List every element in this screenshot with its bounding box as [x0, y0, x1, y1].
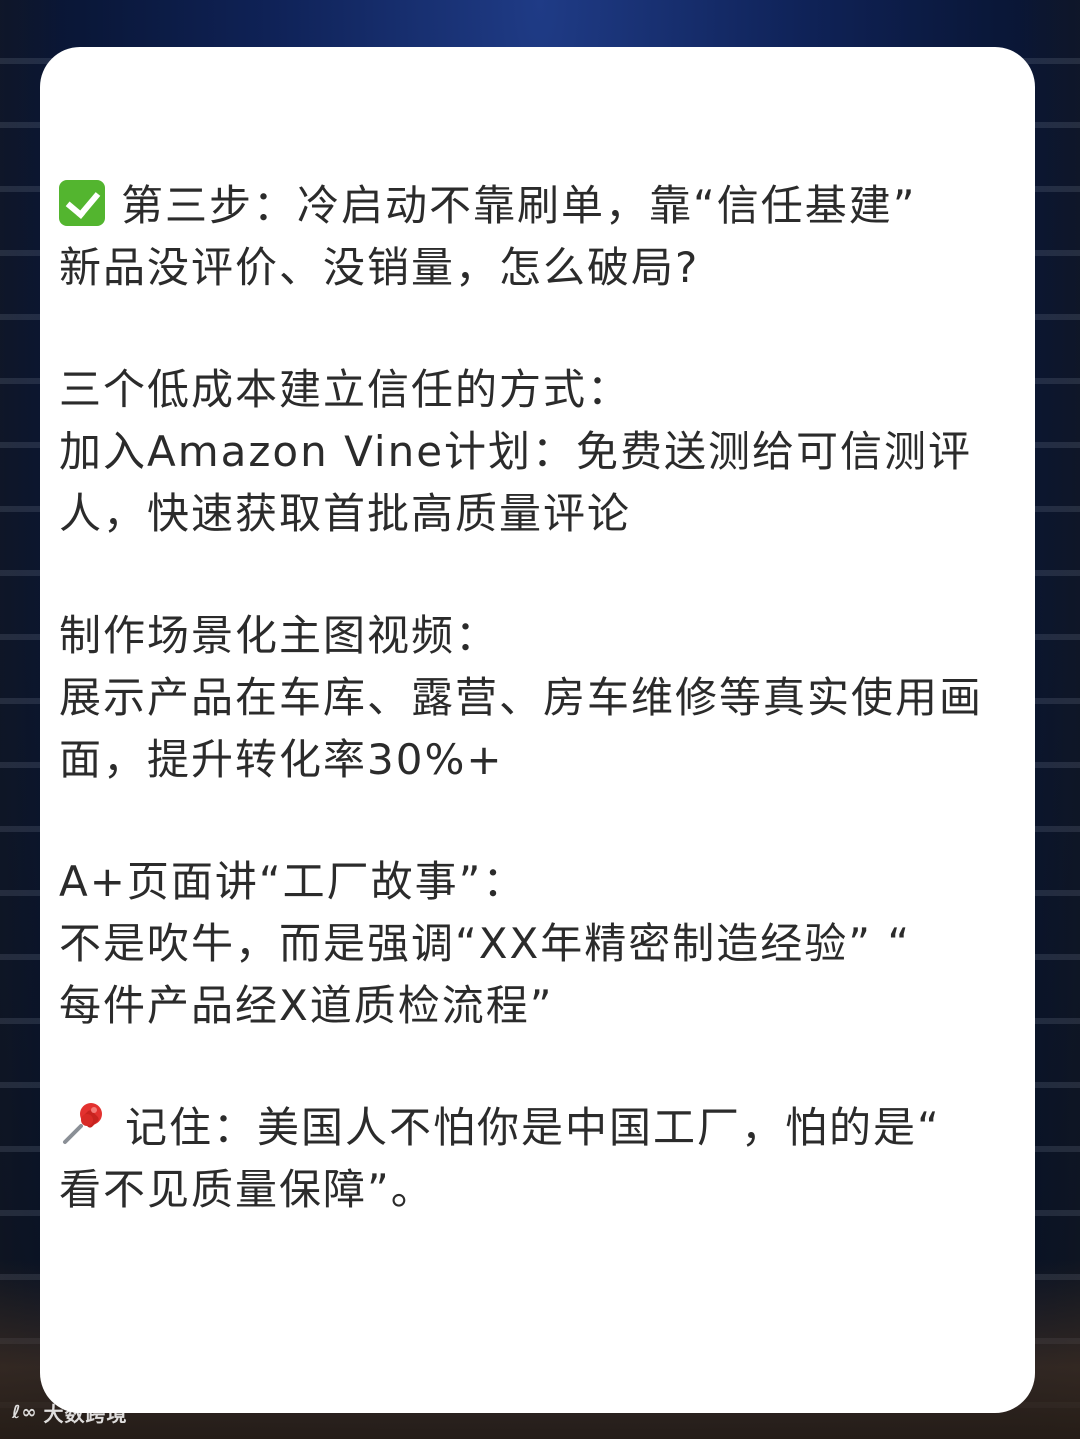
video-heading: 制作场景化主图视频： [59, 611, 500, 660]
step-title-text: 第三步：冷启动不靠刷单，靠“信任基建” [121, 181, 917, 230]
video-line-2: 面，提升转化率30%+ [59, 735, 504, 784]
step-title-line: 第三步：冷启动不靠刷单，靠“信任基建” [59, 175, 1017, 237]
ways-heading: 三个低成本建立信任的方式： [59, 365, 632, 414]
aplus-heading: A+页面讲“工厂故事”： [59, 857, 527, 906]
remember-line-2: 看不见质量保障”。 [59, 1165, 435, 1214]
content-card: 第三步：冷启动不靠刷单，靠“信任基建” 新品没评价、没销量，怎么破局? 三个低成… [40, 47, 1035, 1413]
remember-text-1: 记住：美国人不怕你是中国工厂，怕的是“ [125, 1103, 941, 1152]
step-subtitle-line: 新品没评价、没销量，怎么破局? [59, 243, 700, 292]
watermark: ℓ∞ 大数跨境 [12, 1398, 127, 1427]
brand-logo-icon: ℓ∞ [12, 1402, 38, 1423]
vine-line-1: 加入Amazon Vine计划：免费送测给可信测评 [59, 427, 973, 476]
video-paragraph: 制作场景化主图视频： 展示产品在车库、露营、房车维修等真实使用画 面，提升转化率… [59, 605, 1017, 791]
ways-paragraph: 三个低成本建立信任的方式： 加入Amazon Vine计划：免费送测给可信测评 … [59, 359, 1017, 545]
pushpin-icon [59, 1098, 109, 1148]
remember-paragraph: 记住：美国人不怕你是中国工厂，怕的是“ 看不见质量保障”。 [59, 1097, 1017, 1221]
check-mark-button-icon [59, 180, 105, 226]
aplus-line-1: 不是吹牛，而是强调“XX年精密制造经验” “ [59, 919, 912, 968]
remember-line-1: 记住：美国人不怕你是中国工厂，怕的是“ [59, 1097, 1017, 1159]
watermark-text: 大数跨境 [43, 1402, 128, 1426]
step-paragraph: 第三步：冷启动不靠刷单，靠“信任基建” 新品没评价、没销量，怎么破局? [59, 175, 1017, 299]
video-line-1: 展示产品在车库、露营、房车维修等真实使用画 [59, 673, 984, 722]
aplus-line-2: 每件产品经X道质检流程” [59, 981, 554, 1030]
vine-line-2: 人，快速获取首批高质量评论 [59, 489, 632, 538]
aplus-paragraph: A+页面讲“工厂故事”： 不是吹牛，而是强调“XX年精密制造经验” “ 每件产品… [59, 851, 1017, 1037]
